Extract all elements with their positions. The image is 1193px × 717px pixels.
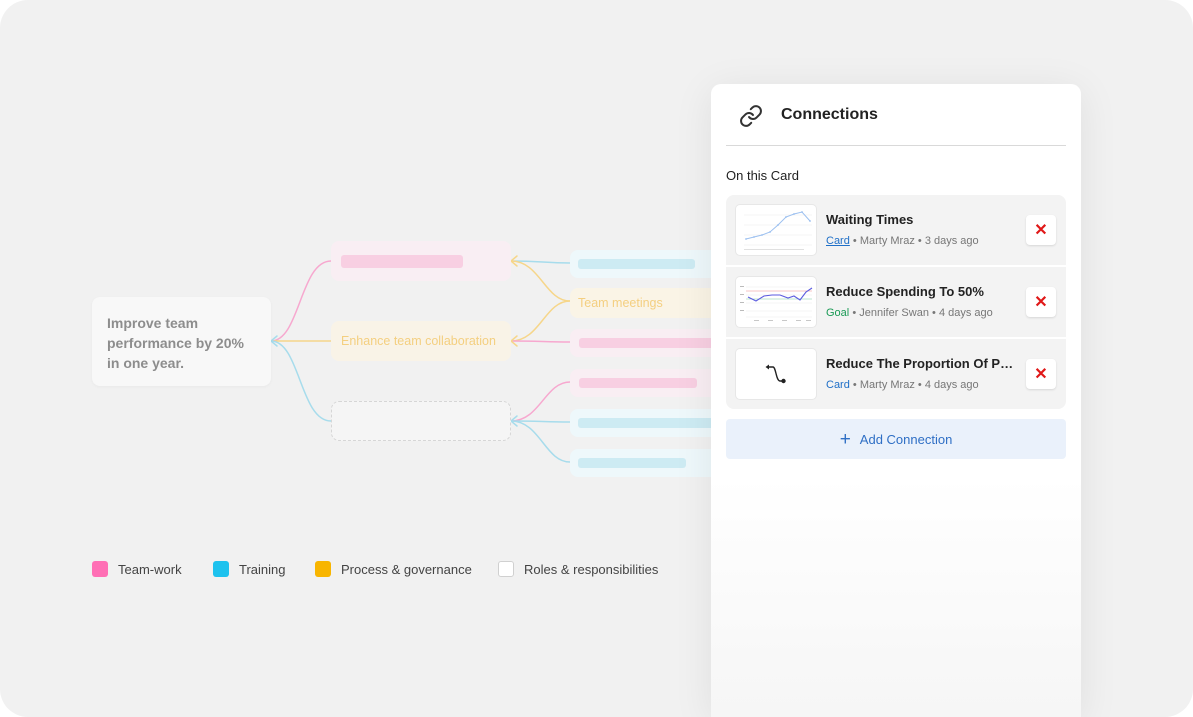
connection-meta: Goal • Jennifer Swan • 4 days ago <box>826 307 993 319</box>
connection-time: 3 days ago <box>924 235 979 247</box>
branch-collaboration-label: Enhance team collaboration <box>341 334 496 348</box>
section-label: On this Card <box>726 168 799 183</box>
legend-label: Team-work <box>118 561 182 577</box>
legend-item-training: Training <box>213 560 285 578</box>
connection-title[interactable]: Reduce The Proportion Of Poor Quality Ca… <box>826 356 1018 371</box>
connection-time: 4 days ago <box>924 379 979 391</box>
connector-dashed-pink <box>510 381 571 422</box>
legend-swatch <box>315 561 331 577</box>
connector-yellow-pink <box>510 340 571 343</box>
link-icon <box>740 105 762 127</box>
connector-yellow-meetings-b <box>510 300 571 342</box>
legend-label: Training <box>239 561 286 577</box>
root-goal-text: Improve team performance by 20% in one y… <box>107 315 244 371</box>
remove-connection-button[interactable]: ✕ <box>1026 287 1056 317</box>
connector-arrow-thumbnail <box>736 349 816 399</box>
branch-node-empty[interactable] <box>331 401 511 441</box>
connection-author: Jennifer Swan <box>859 307 929 319</box>
leaf-meetings-label: Team meetings <box>578 296 663 310</box>
connector-root-pink <box>270 260 332 342</box>
connection-type-link[interactable]: Card <box>826 379 850 391</box>
meta-separator: • <box>917 235 922 247</box>
connector-dashed-blue-low <box>510 420 571 463</box>
legend-swatch <box>92 561 108 577</box>
legend-item-process: Process & governance <box>315 560 472 578</box>
legend-swatch <box>498 561 514 577</box>
meta-separator: • <box>852 307 857 319</box>
panel-title: Connections <box>781 106 878 123</box>
connector-yellow-meetings-a <box>510 260 571 302</box>
close-icon: ✕ <box>1034 366 1048 383</box>
placeholder-bar <box>579 378 697 388</box>
close-icon: ✕ <box>1034 222 1048 239</box>
branch-node-collaboration[interactable]: Enhance team collaboration <box>331 321 511 361</box>
connections-list: Waiting Times Card • Marty Mraz • 3 days… <box>726 195 1066 409</box>
meta-separator: • <box>852 235 857 247</box>
remove-connection-button[interactable]: ✕ <box>1026 359 1056 389</box>
legend-label: Roles & responsibilities <box>524 561 659 577</box>
meta-separator: • <box>917 379 922 391</box>
connections-panel: Connections On this Card Waiting Times C… <box>711 84 1081 717</box>
line-chart-thumbnail <box>736 205 816 255</box>
connection-row[interactable]: Reduce The Proportion Of Poor Quality Ca… <box>726 337 1066 409</box>
connection-author: Marty Mraz <box>859 379 915 391</box>
connection-title[interactable]: Reduce Spending To 50% <box>826 284 1018 299</box>
placeholder-bar <box>341 255 463 268</box>
connection-meta: Card • Marty Mraz • 4 days ago <box>826 379 979 391</box>
add-connection-label: Add Connection <box>859 431 953 447</box>
close-icon: ✕ <box>1034 294 1048 311</box>
connection-author: Marty Mraz <box>859 235 915 247</box>
canvas-background: Improve team performance by 20% in one y… <box>0 0 1193 717</box>
trend-chart-thumbnail <box>736 277 816 327</box>
panel-divider <box>726 145 1066 146</box>
legend-item-roles: Roles & responsibilities <box>498 560 658 578</box>
remove-connection-button[interactable]: ✕ <box>1026 215 1056 245</box>
legend-item-teamwork: Team-work <box>92 560 182 578</box>
meta-separator: • <box>932 307 936 319</box>
connection-time: 4 days ago <box>938 307 993 319</box>
root-goal-card[interactable]: Improve team performance by 20% in one y… <box>92 297 271 386</box>
add-connection-button[interactable]: + Add Connection <box>726 419 1066 459</box>
legend-swatch <box>213 561 229 577</box>
connection-row[interactable]: Waiting Times Card • Marty Mraz • 3 days… <box>726 195 1066 265</box>
legend-label: Process & governance <box>341 561 472 577</box>
connection-meta: Card • Marty Mraz • 3 days ago <box>826 235 979 247</box>
connection-type-link[interactable]: Card <box>826 235 850 247</box>
connection-title[interactable]: Waiting Times <box>826 212 1018 227</box>
connection-type-link[interactable]: Goal <box>826 307 849 319</box>
connector-root-blue <box>270 340 332 422</box>
placeholder-bar <box>578 259 695 269</box>
connection-row[interactable]: Reduce Spending To 50% Goal • Jennifer S… <box>726 265 1066 337</box>
branch-node-pink[interactable] <box>331 241 511 281</box>
placeholder-bar <box>578 458 686 468</box>
meta-separator: • <box>852 379 857 391</box>
plus-icon: + <box>839 428 851 450</box>
